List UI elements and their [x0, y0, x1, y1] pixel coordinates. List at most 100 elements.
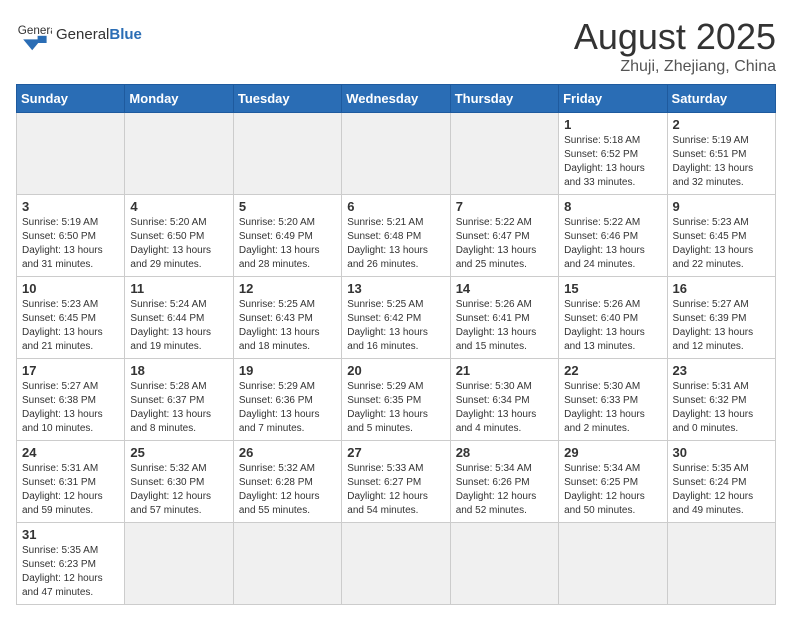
day-info: Sunrise: 5:27 AM Sunset: 6:39 PM Dayligh…	[673, 298, 770, 354]
calendar-cell: 26Sunrise: 5:32 AM Sunset: 6:28 PM Dayli…	[233, 441, 341, 523]
calendar-cell	[233, 523, 341, 605]
day-number: 20	[347, 363, 444, 378]
calendar-cell: 29Sunrise: 5:34 AM Sunset: 6:25 PM Dayli…	[559, 441, 667, 523]
day-info: Sunrise: 5:19 AM Sunset: 6:50 PM Dayligh…	[22, 216, 119, 272]
day-info: Sunrise: 5:26 AM Sunset: 6:41 PM Dayligh…	[456, 298, 553, 354]
day-number: 10	[22, 281, 119, 296]
day-info: Sunrise: 5:20 AM Sunset: 6:50 PM Dayligh…	[130, 216, 227, 272]
calendar-cell: 4 Sunrise: 5:20 AM Sunset: 6:50 PM Daylig…	[125, 195, 233, 277]
calendar-cell: 2 Sunrise: 5:19 AM Sunset: 6:51 PM Daylig…	[667, 113, 775, 195]
calendar-cell: 17 Sunrise: 5:27 AM Sunset: 6:38 PM Dayli…	[17, 359, 125, 441]
page-header: General GeneralBlue August 2025 Zhuji, Z…	[16, 16, 776, 76]
day-info: Sunrise: 5:23 AM Sunset: 6:45 PM Dayligh…	[22, 298, 119, 354]
calendar-cell: 14Sunrise: 5:26 AM Sunset: 6:41 PM Dayli…	[450, 277, 558, 359]
day-info: Sunrise: 5:35 AM Sunset: 6:23 PM Dayligh…	[22, 544, 119, 600]
weekday-header-monday: Monday	[125, 85, 233, 113]
day-info: Sunrise: 5:29 AM Sunset: 6:35 PM Dayligh…	[347, 380, 444, 436]
day-number: 31	[22, 527, 119, 542]
day-number: 25	[130, 445, 227, 460]
day-number: 27	[347, 445, 444, 460]
day-number: 24	[22, 445, 119, 460]
calendar-cell: 7 Sunrise: 5:22 AM Sunset: 6:47 PM Daylig…	[450, 195, 558, 277]
day-number: 28	[456, 445, 553, 460]
day-info: Sunrise: 5:24 AM Sunset: 6:44 PM Dayligh…	[130, 298, 227, 354]
day-info: Sunrise: 5:30 AM Sunset: 6:33 PM Dayligh…	[564, 380, 661, 436]
day-info: Sunrise: 5:18 AM Sunset: 6:52 PM Dayligh…	[564, 134, 661, 190]
calendar-cell: 22 Sunrise: 5:30 AM Sunset: 6:33 PM Dayli…	[559, 359, 667, 441]
day-number: 1	[564, 117, 661, 132]
calendar-cell: 8 Sunrise: 5:22 AM Sunset: 6:46 PM Daylig…	[559, 195, 667, 277]
day-info: Sunrise: 5:19 AM Sunset: 6:51 PM Dayligh…	[673, 134, 770, 190]
day-info: Sunrise: 5:22 AM Sunset: 6:47 PM Dayligh…	[456, 216, 553, 272]
calendar-cell: 6Sunrise: 5:21 AM Sunset: 6:48 PM Daylig…	[342, 195, 450, 277]
day-number: 7	[456, 199, 553, 214]
day-info: Sunrise: 5:25 AM Sunset: 6:42 PM Dayligh…	[347, 298, 444, 354]
day-number: 17	[22, 363, 119, 378]
day-number: 12	[239, 281, 336, 296]
day-info: Sunrise: 5:30 AM Sunset: 6:34 PM Dayligh…	[456, 380, 553, 436]
day-number: 18	[130, 363, 227, 378]
day-info: Sunrise: 5:31 AM Sunset: 6:32 PM Dayligh…	[673, 380, 770, 436]
calendar-table: SundayMondayTuesdayWednesdayThursdayFrid…	[16, 84, 776, 605]
day-info: Sunrise: 5:20 AM Sunset: 6:49 PM Dayligh…	[239, 216, 336, 272]
day-info: Sunrise: 5:31 AM Sunset: 6:31 PM Dayligh…	[22, 462, 119, 518]
calendar-cell: 19 Sunrise: 5:29 AM Sunset: 6:36 PM Dayli…	[233, 359, 341, 441]
calendar-cell: 25 Sunrise: 5:32 AM Sunset: 6:30 PM Dayli…	[125, 441, 233, 523]
weekday-header-tuesday: Tuesday	[233, 85, 341, 113]
calendar-cell	[233, 113, 341, 195]
day-info: Sunrise: 5:34 AM Sunset: 6:25 PM Dayligh…	[564, 462, 661, 518]
day-info: Sunrise: 5:33 AM Sunset: 6:27 PM Dayligh…	[347, 462, 444, 518]
day-info: Sunrise: 5:25 AM Sunset: 6:43 PM Dayligh…	[239, 298, 336, 354]
day-info: Sunrise: 5:29 AM Sunset: 6:36 PM Dayligh…	[239, 380, 336, 436]
day-info: Sunrise: 5:22 AM Sunset: 6:46 PM Dayligh…	[564, 216, 661, 272]
weekday-header-saturday: Saturday	[667, 85, 775, 113]
day-info: Sunrise: 5:21 AM Sunset: 6:48 PM Dayligh…	[347, 216, 444, 272]
day-info: Sunrise: 5:28 AM Sunset: 6:37 PM Dayligh…	[130, 380, 227, 436]
logo: General GeneralBlue	[16, 16, 142, 52]
calendar-cell: 31 Sunrise: 5:35 AM Sunset: 6:23 PM Dayli…	[17, 523, 125, 605]
svg-text:General: General	[18, 24, 52, 37]
day-number: 16	[673, 281, 770, 296]
calendar-cell: 5 Sunrise: 5:20 AM Sunset: 6:49 PM Daylig…	[233, 195, 341, 277]
calendar-cell	[342, 113, 450, 195]
calendar-cell	[667, 523, 775, 605]
day-number: 8	[564, 199, 661, 214]
calendar-cell	[17, 113, 125, 195]
calendar-cell: 1 Sunrise: 5:18 AM Sunset: 6:52 PM Daylig…	[559, 113, 667, 195]
calendar-cell: 3Sunrise: 5:19 AM Sunset: 6:50 PM Daylig…	[17, 195, 125, 277]
day-number: 15	[564, 281, 661, 296]
day-info: Sunrise: 5:27 AM Sunset: 6:38 PM Dayligh…	[22, 380, 119, 436]
day-number: 22	[564, 363, 661, 378]
day-number: 23	[673, 363, 770, 378]
day-number: 5	[239, 199, 336, 214]
calendar-subtitle: Zhuji, Zhejiang, China	[574, 58, 776, 76]
calendar-cell: 16 Sunrise: 5:27 AM Sunset: 6:39 PM Dayli…	[667, 277, 775, 359]
logo-icon: General	[16, 16, 52, 52]
calendar-title: August 2025	[574, 16, 776, 58]
day-info: Sunrise: 5:32 AM Sunset: 6:30 PM Dayligh…	[130, 462, 227, 518]
day-number: 4	[130, 199, 227, 214]
calendar-cell: 12 Sunrise: 5:25 AM Sunset: 6:43 PM Dayli…	[233, 277, 341, 359]
calendar-cell: 13 Sunrise: 5:25 AM Sunset: 6:42 PM Dayli…	[342, 277, 450, 359]
calendar-cell: 21 Sunrise: 5:30 AM Sunset: 6:34 PM Dayli…	[450, 359, 558, 441]
calendar-cell: 18 Sunrise: 5:28 AM Sunset: 6:37 PM Dayli…	[125, 359, 233, 441]
calendar-cell	[559, 523, 667, 605]
title-block: August 2025 Zhuji, Zhejiang, China	[574, 16, 776, 76]
day-number: 19	[239, 363, 336, 378]
calendar-cell: 28 Sunrise: 5:34 AM Sunset: 6:26 PM Dayli…	[450, 441, 558, 523]
weekday-header-thursday: Thursday	[450, 85, 558, 113]
day-number: 13	[347, 281, 444, 296]
day-info: Sunrise: 5:34 AM Sunset: 6:26 PM Dayligh…	[456, 462, 553, 518]
weekday-header-wednesday: Wednesday	[342, 85, 450, 113]
day-info: Sunrise: 5:26 AM Sunset: 6:40 PM Dayligh…	[564, 298, 661, 354]
calendar-cell: 15 Sunrise: 5:26 AM Sunset: 6:40 PM Dayli…	[559, 277, 667, 359]
day-info: Sunrise: 5:35 AM Sunset: 6:24 PM Dayligh…	[673, 462, 770, 518]
calendar-cell	[450, 523, 558, 605]
calendar-cell	[342, 523, 450, 605]
calendar-cell: 27 Sunrise: 5:33 AM Sunset: 6:27 PM Dayli…	[342, 441, 450, 523]
calendar-cell: 20 Sunrise: 5:29 AM Sunset: 6:35 PM Dayli…	[342, 359, 450, 441]
calendar-cell: 23 Sunrise: 5:31 AM Sunset: 6:32 PM Dayli…	[667, 359, 775, 441]
day-number: 21	[456, 363, 553, 378]
calendar-cell	[125, 523, 233, 605]
day-number: 2	[673, 117, 770, 132]
